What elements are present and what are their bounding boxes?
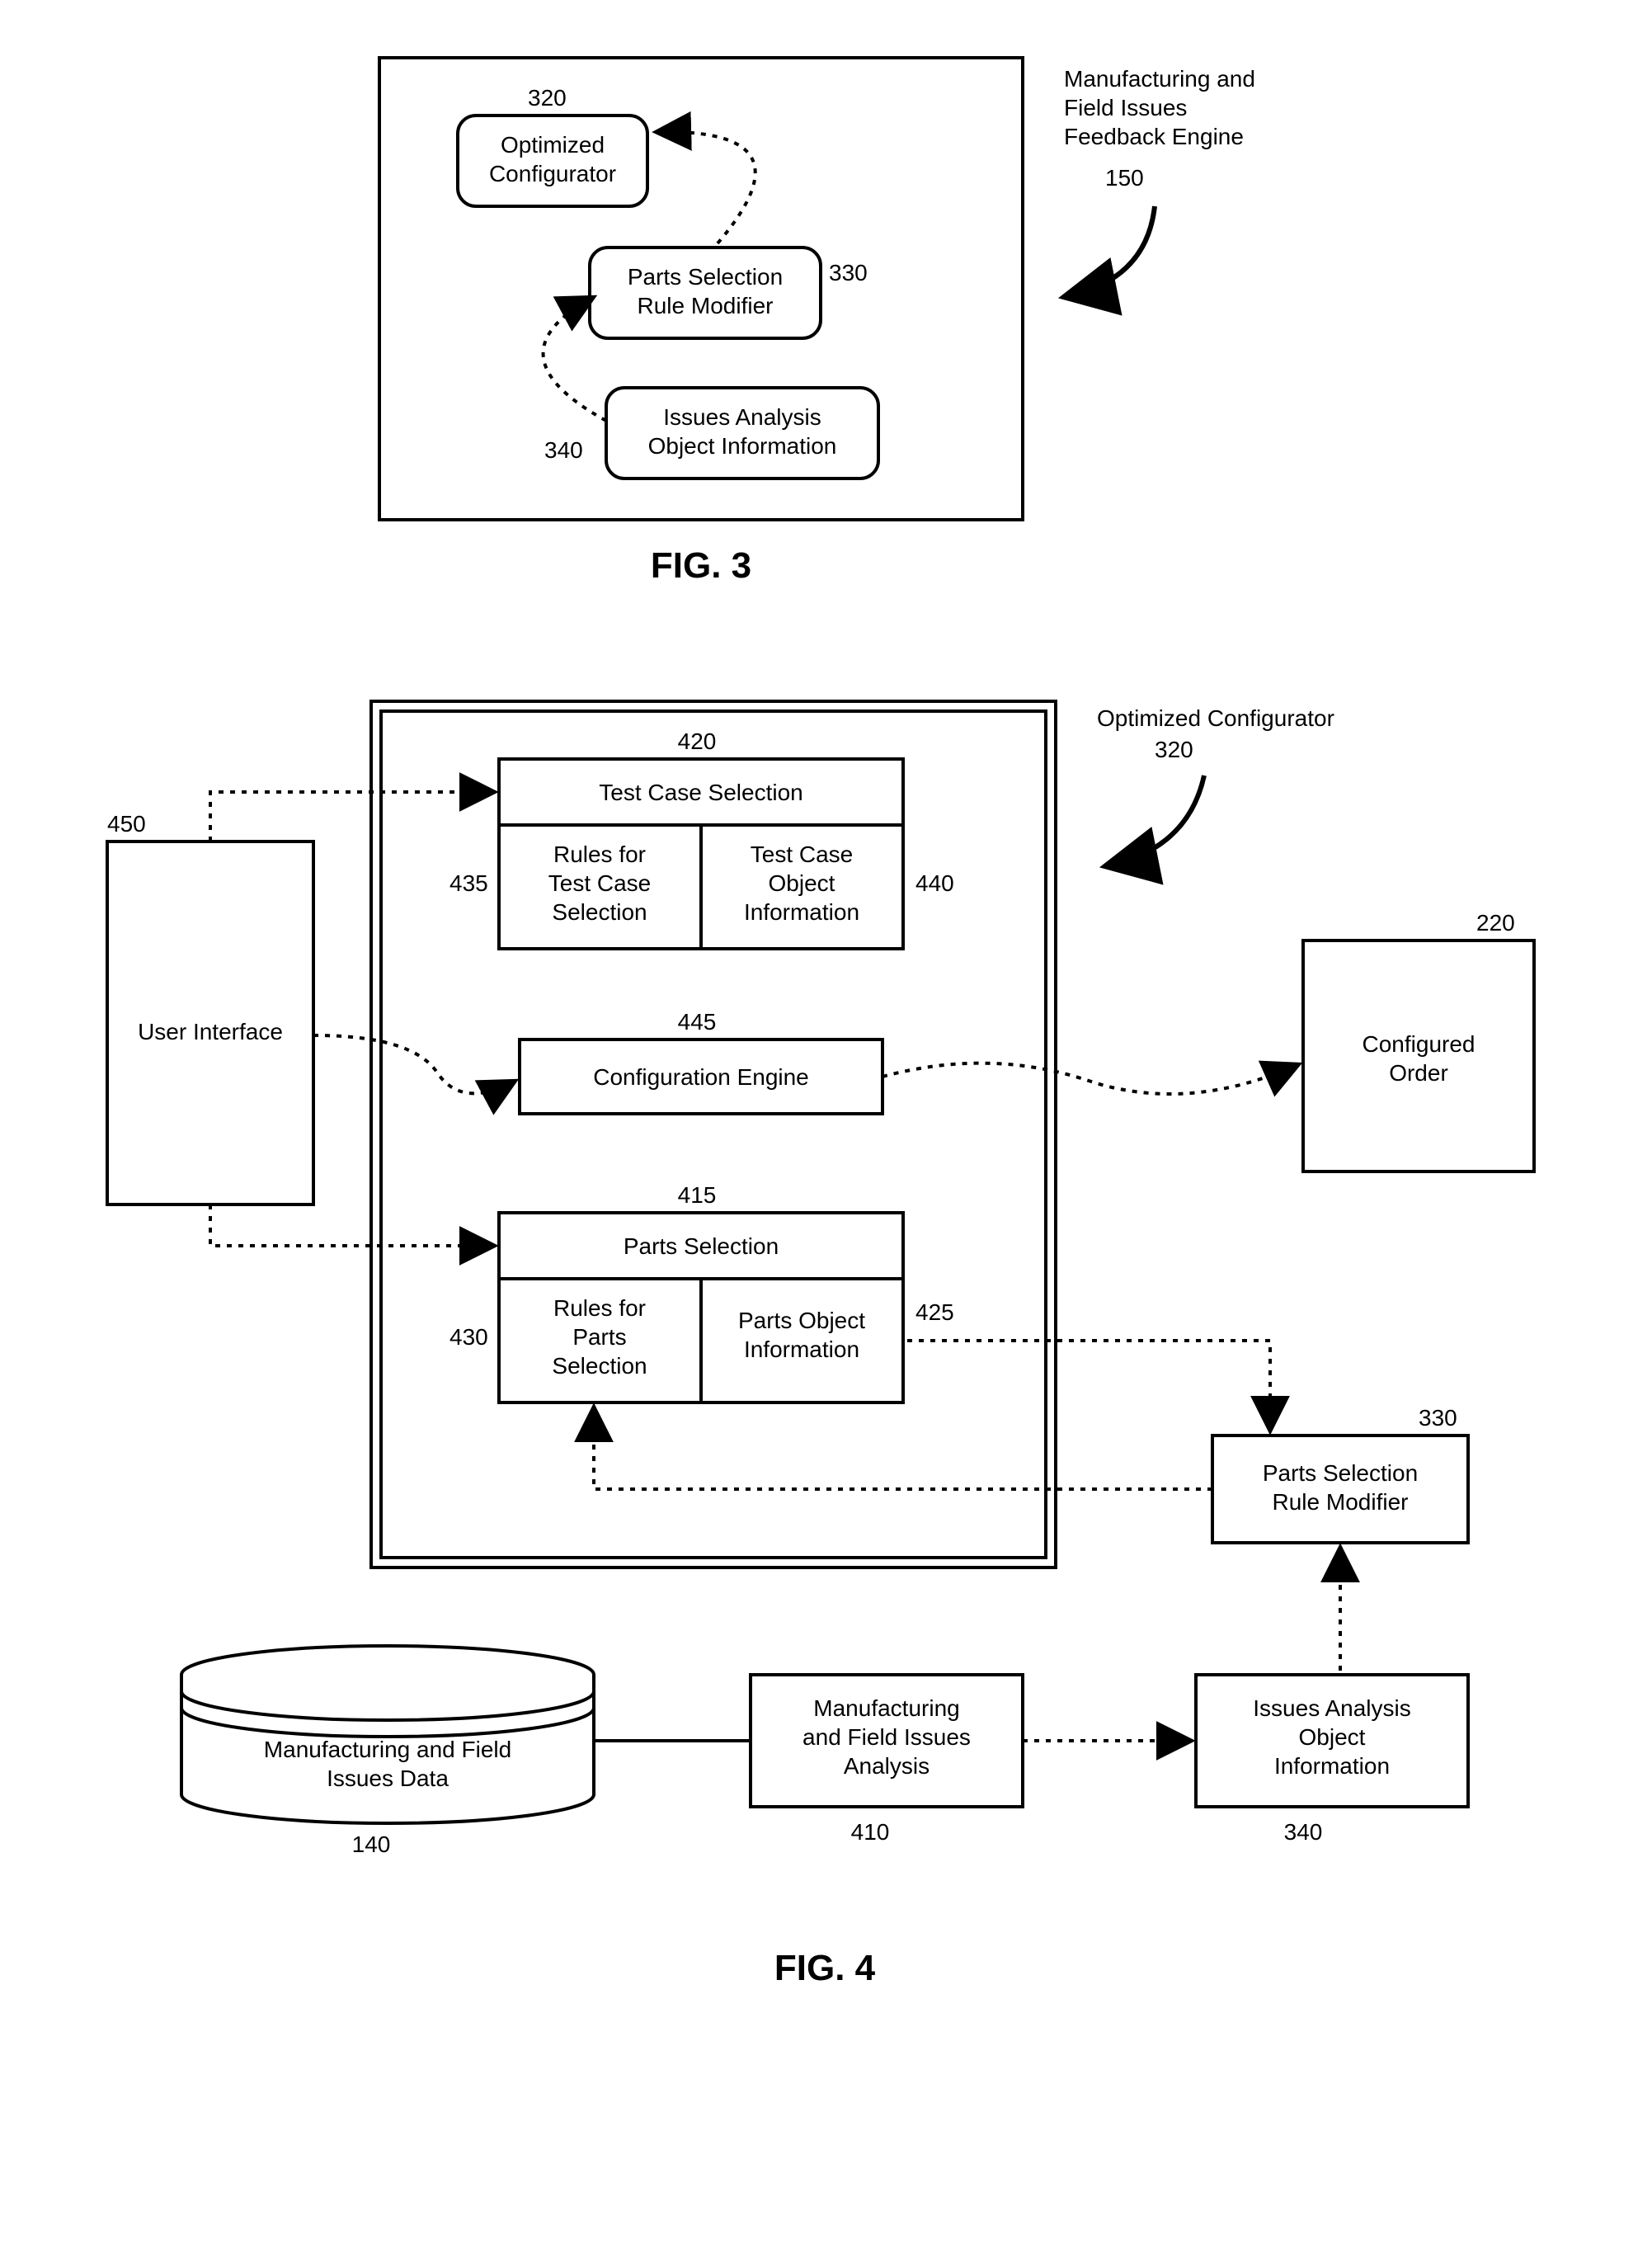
fig3-outside-label-line1: Manufacturing and [1064, 66, 1255, 92]
box-test-case-selection: Test Case Selection [599, 780, 802, 805]
box340b-l3: Information [1274, 1753, 1390, 1779]
num-410: 410 [851, 1819, 890, 1845]
box440-l1: Test Case [751, 842, 854, 867]
box-parts-selection: Parts Selection [624, 1233, 779, 1259]
num-140: 140 [352, 1832, 391, 1857]
box330-line1: Parts Selection [628, 264, 783, 290]
fig3-leader-arrow [1064, 206, 1155, 297]
box320-line1: Optimized [501, 132, 605, 158]
num-420: 420 [678, 728, 717, 754]
arrow-parts-to-rule-modifier [907, 1341, 1270, 1431]
box330-line2: Rule Modifier [638, 293, 774, 318]
box220-l1: Configured [1363, 1031, 1476, 1057]
box330b-l2: Rule Modifier [1273, 1489, 1409, 1515]
fig4-group: Optimized Configurator 320 420 Test Case… [107, 701, 1534, 1988]
num-340: 340 [544, 437, 583, 463]
box435-l3: Selection [552, 899, 647, 925]
fig4-caption: FIG. 4 [774, 1948, 876, 1988]
box410-l3: Analysis [844, 1753, 930, 1779]
box340b-l2: Object [1299, 1724, 1366, 1750]
num-340b: 340 [1284, 1819, 1323, 1845]
arrow-ui-to-config-engine [313, 1035, 515, 1093]
arrow-ui-to-testcase [210, 792, 495, 842]
box430-l3: Selection [552, 1353, 647, 1379]
box220-l2: Order [1389, 1060, 1448, 1086]
box340b-l1: Issues Analysis [1253, 1695, 1410, 1721]
box410-l2: and Field Issues [802, 1724, 971, 1750]
box320-line2: Configurator [489, 161, 616, 186]
box340-line2: Object Information [648, 433, 837, 459]
arrow-rule-modifier-to-rules [594, 1407, 1212, 1489]
num-450: 450 [107, 811, 146, 837]
box440-l3: Information [744, 899, 859, 925]
fig4-outside-label: Optimized Configurator [1097, 705, 1334, 731]
box450-text: User Interface [138, 1019, 283, 1044]
cyl140-l2: Issues Data [327, 1766, 449, 1791]
num-320: 320 [528, 85, 567, 111]
group-parts-selection: 415 Parts Selection Rules for Parts Sele… [449, 1182, 954, 1402]
num-430: 430 [449, 1324, 488, 1350]
box425-l1: Parts Object [738, 1308, 865, 1333]
box425-l2: Information [744, 1336, 859, 1362]
box340-line1: Issues Analysis [663, 404, 821, 430]
fig3-num-150: 150 [1105, 165, 1144, 191]
num-220: 220 [1476, 910, 1515, 936]
box435-l2: Test Case [548, 870, 652, 896]
group-test-case-selection: 420 Test Case Selection Rules for Test C… [449, 728, 954, 949]
box330b-l1: Parts Selection [1263, 1460, 1418, 1486]
num-415: 415 [678, 1182, 717, 1208]
box440-l2: Object [769, 870, 835, 896]
box435-l1: Rules for [553, 842, 646, 867]
fig4-num-320: 320 [1155, 737, 1193, 762]
num-445: 445 [678, 1009, 717, 1035]
fig3-caption: FIG. 3 [651, 545, 751, 586]
box430-l1: Rules for [553, 1295, 646, 1321]
num-330: 330 [829, 260, 868, 285]
box410-l1: Manufacturing [813, 1695, 959, 1721]
arrow-330-to-320 [656, 132, 755, 243]
num-435: 435 [449, 870, 488, 896]
box445-text: Configuration Engine [593, 1064, 809, 1090]
arrow-config-to-order [882, 1063, 1299, 1094]
num-330b: 330 [1419, 1405, 1457, 1431]
num-440: 440 [915, 870, 954, 896]
cyl140-l1: Manufacturing and Field [264, 1737, 511, 1762]
cylinder-mfg-field-issues-data: Manufacturing and Field Issues Data [181, 1646, 594, 1823]
fig4-leader-arrow [1105, 776, 1204, 866]
fig3-outside-label-line3: Feedback Engine [1064, 124, 1244, 149]
diagram-canvas: Manufacturing and Field Issues Feedback … [0, 0, 1652, 2244]
box430-l2: Parts [572, 1324, 626, 1350]
fig3-outside-label-line2: Field Issues [1064, 95, 1187, 120]
fig3-group: Manufacturing and Field Issues Feedback … [379, 58, 1255, 586]
num-425: 425 [915, 1299, 954, 1325]
arrow-ui-to-parts-selection [210, 1204, 495, 1246]
